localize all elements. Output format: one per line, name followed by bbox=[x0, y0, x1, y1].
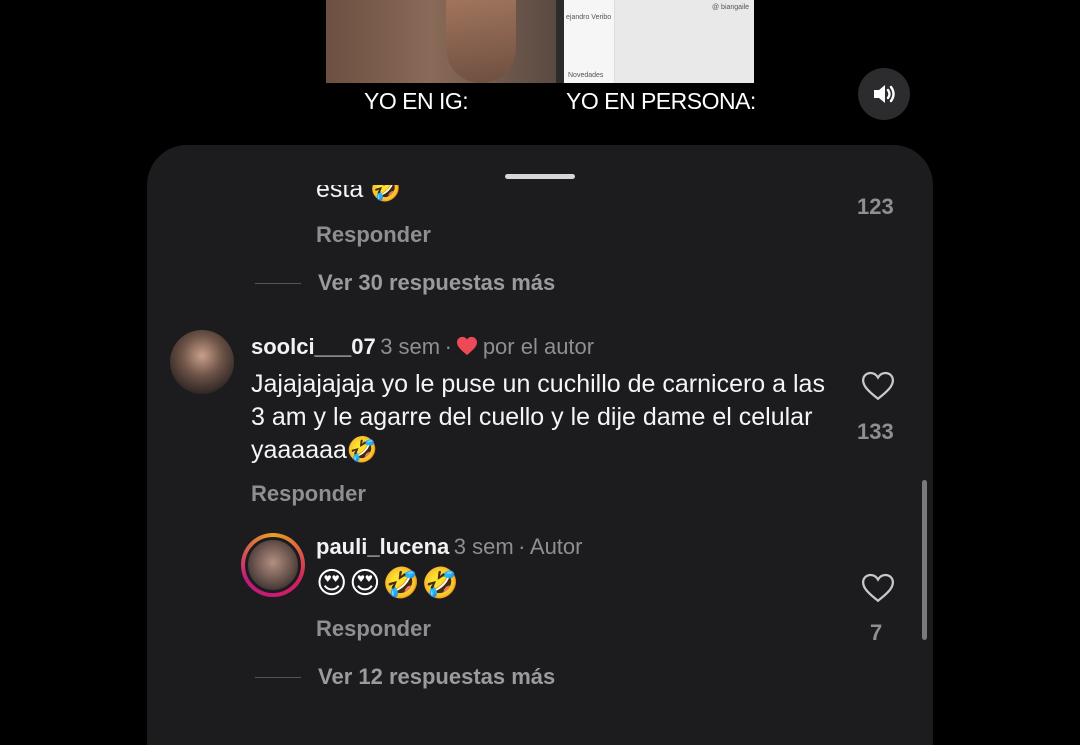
video-divider bbox=[556, 0, 564, 83]
reply-time: 3 sem bbox=[453, 534, 514, 559]
top-comment-like-count: 123 bbox=[857, 194, 894, 219]
liked-by-author-label: por el autor bbox=[482, 334, 595, 359]
top-comment-reply-button[interactable]: Responder bbox=[316, 222, 431, 248]
video-screen-handle: @ biangaile bbox=[712, 4, 750, 11]
sheet-drag-handle[interactable] bbox=[505, 174, 575, 179]
view-more-replies-top[interactable]: Ver 30 respuestas más bbox=[318, 270, 555, 296]
video-right-panel: ejandro Veribo @ biangaile Novedades bbox=[564, 0, 754, 83]
video-preview[interactable]: ejandro Veribo @ biangaile Novedades bbox=[326, 0, 754, 83]
comment-header: soolci___07 3 sem · por el autor bbox=[251, 334, 594, 360]
heart-filled-icon bbox=[457, 336, 478, 356]
view-more-replies-bottom[interactable]: Ver 12 respuestas más bbox=[318, 664, 555, 690]
author-badge: Autor bbox=[529, 534, 583, 559]
sound-toggle-button[interactable] bbox=[858, 68, 910, 120]
reply-username[interactable]: pauli_lucena bbox=[316, 534, 449, 559]
video-screen-name: ejandro Veribo bbox=[566, 14, 612, 21]
reply-like-count: 7 bbox=[870, 620, 883, 645]
video-screen-sidebar bbox=[564, 0, 615, 83]
meta-separator: · bbox=[444, 334, 452, 359]
caption-left: YO EN IG: bbox=[364, 88, 469, 114]
reply-text: 😍😍🤣🤣 bbox=[316, 566, 462, 601]
divider-line bbox=[255, 677, 301, 678]
avatar[interactable] bbox=[170, 330, 234, 394]
comment-like-count: 133 bbox=[857, 419, 894, 444]
video-screen-label: Novedades bbox=[568, 72, 604, 79]
comment-time: 3 sem bbox=[380, 334, 441, 359]
video-left-panel bbox=[326, 0, 556, 83]
scrollbar[interactable] bbox=[922, 480, 927, 640]
caption-right: YO EN PERSONA: bbox=[566, 88, 756, 114]
comment-username[interactable]: soolci___07 bbox=[251, 334, 376, 359]
reply-reply-button[interactable]: Responder bbox=[316, 616, 431, 642]
like-heart-icon[interactable] bbox=[861, 572, 895, 604]
divider-line bbox=[255, 283, 301, 284]
comment-reply-button[interactable]: Responder bbox=[251, 481, 366, 507]
story-ring[interactable] bbox=[241, 533, 305, 597]
speaker-icon bbox=[874, 85, 895, 103]
like-heart-icon[interactable] bbox=[861, 370, 895, 402]
avatar bbox=[245, 537, 301, 593]
reply-header: pauli_lucena 3 sem · Autor bbox=[316, 534, 582, 560]
comment-text: Jajajajajaja yo le puse un cuchillo de c… bbox=[251, 370, 825, 464]
meta-separator: · bbox=[518, 534, 526, 559]
